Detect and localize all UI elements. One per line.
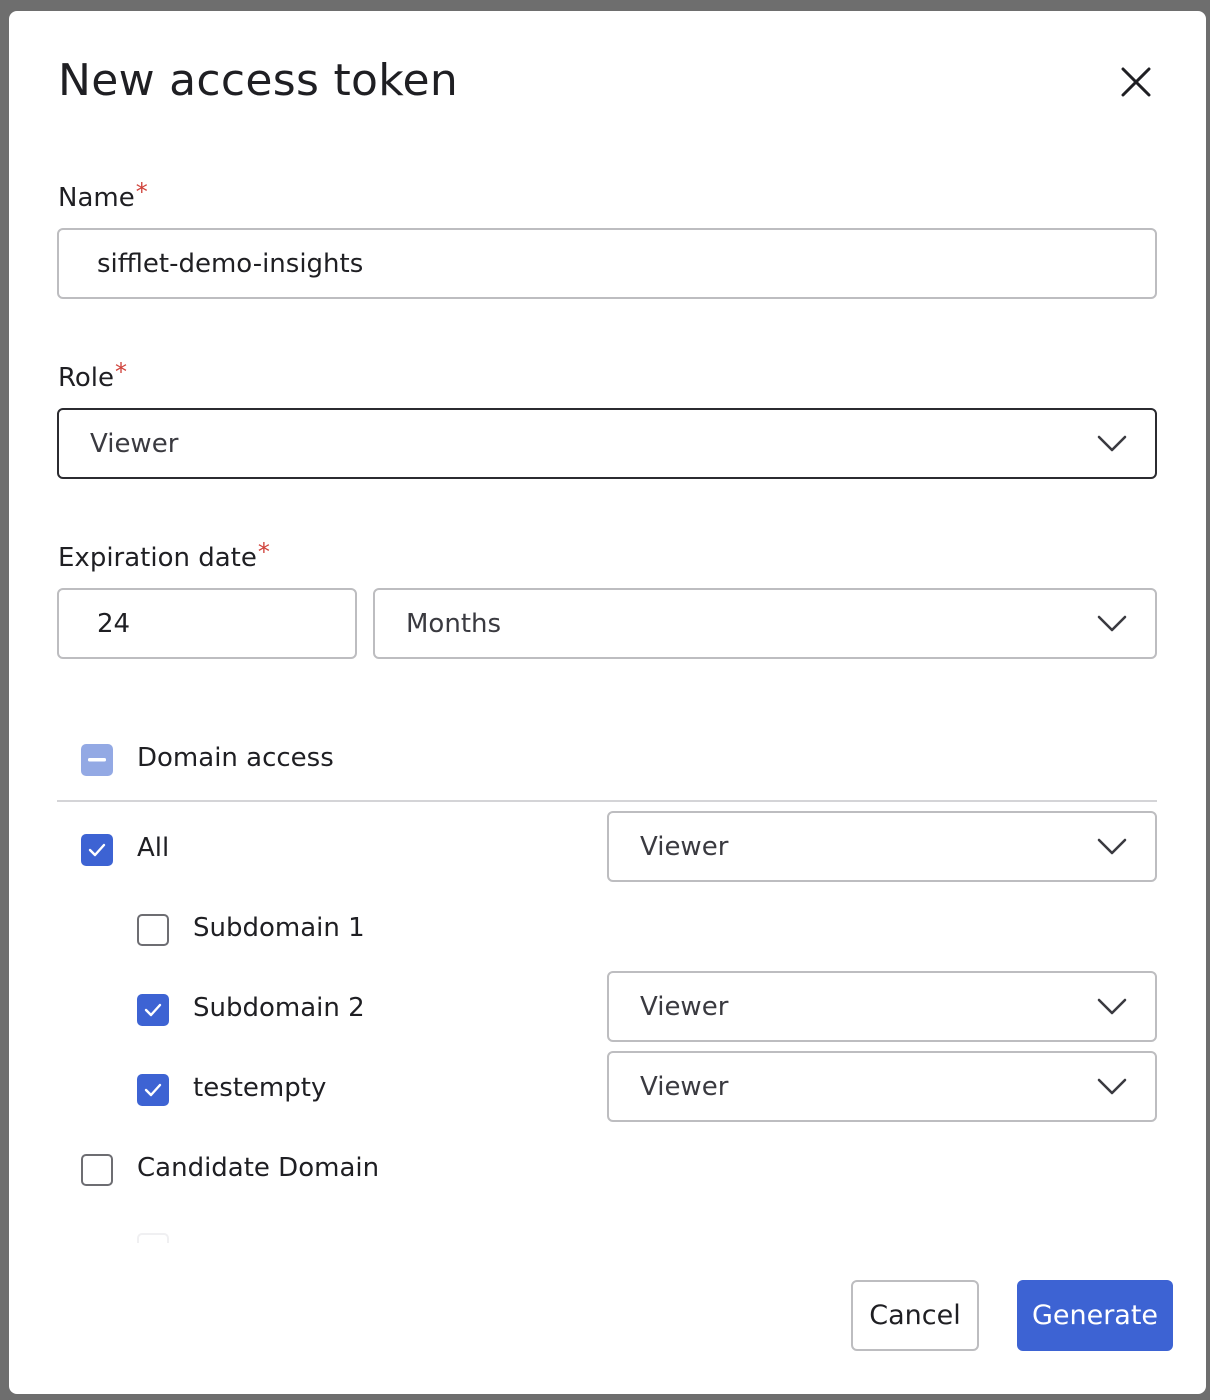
faded-checkbox: [137, 1233, 169, 1243]
expiration-amount-input[interactable]: 24: [57, 588, 357, 659]
cancel-button[interactable]: Cancel: [851, 1280, 979, 1351]
required-mark: *: [135, 178, 148, 206]
new-access-token-dialog: New access token Name* sifflet-demo-insi…: [9, 11, 1206, 1394]
subdomain-1-label: Subdomain 1: [193, 913, 365, 943]
expiration-unit-value: Months: [406, 608, 502, 639]
role-select-value: Viewer: [90, 428, 179, 459]
testempty-checkbox[interactable]: [137, 1074, 169, 1106]
name-input-value: sifflet-demo-insights: [97, 248, 364, 279]
candidate-domain-label: Candidate Domain: [137, 1153, 380, 1183]
role-label: Role*: [58, 358, 127, 393]
subdomain-1-checkbox[interactable]: [137, 914, 169, 946]
dialog-title: New access token: [58, 55, 459, 106]
check-icon: [144, 1003, 162, 1017]
domain-access-label: Domain access: [137, 743, 334, 773]
role-select[interactable]: Viewer: [57, 408, 1157, 479]
expiration-amount-value: 24: [97, 608, 131, 639]
domain-all-role-select[interactable]: Viewer: [607, 811, 1157, 882]
close-icon: [1121, 67, 1151, 97]
name-input[interactable]: sifflet-demo-insights: [57, 228, 1157, 299]
minus-icon: [88, 758, 106, 762]
subdomain-2-label: Subdomain 2: [193, 993, 365, 1023]
subdomain-2-role-value: Viewer: [640, 991, 729, 1022]
candidate-domain-checkbox[interactable]: [81, 1154, 113, 1186]
subdomain-2-role-select[interactable]: Viewer: [607, 971, 1157, 1042]
domain-access-checkbox[interactable]: [81, 744, 113, 776]
chevron-down-icon: [1097, 1078, 1127, 1095]
testempty-label: testempty: [193, 1073, 327, 1103]
testempty-role-value: Viewer: [640, 1071, 729, 1102]
generate-button[interactable]: Generate: [1017, 1280, 1173, 1351]
expiration-unit-select[interactable]: Months: [373, 588, 1157, 659]
chevron-down-icon: [1097, 838, 1127, 855]
role-label-text: Role: [58, 363, 115, 393]
chevron-down-icon: [1097, 435, 1127, 452]
testempty-role-select[interactable]: Viewer: [607, 1051, 1157, 1122]
chevron-down-icon: [1097, 615, 1127, 632]
domain-all-role-value: Viewer: [640, 831, 729, 862]
expiration-label: Expiration date*: [58, 538, 270, 573]
name-label: Name*: [58, 178, 148, 213]
close-button[interactable]: [1115, 61, 1157, 103]
divider: [57, 800, 1157, 802]
expiration-label-text: Expiration date: [58, 543, 257, 573]
name-label-text: Name: [58, 183, 135, 213]
chevron-down-icon: [1097, 998, 1127, 1015]
required-mark: *: [115, 358, 128, 386]
domain-all-label: All: [137, 833, 170, 863]
required-mark: *: [257, 538, 270, 566]
check-icon: [88, 843, 106, 857]
subdomain-2-checkbox[interactable]: [137, 994, 169, 1026]
check-icon: [144, 1083, 162, 1097]
domain-all-checkbox[interactable]: [81, 834, 113, 866]
